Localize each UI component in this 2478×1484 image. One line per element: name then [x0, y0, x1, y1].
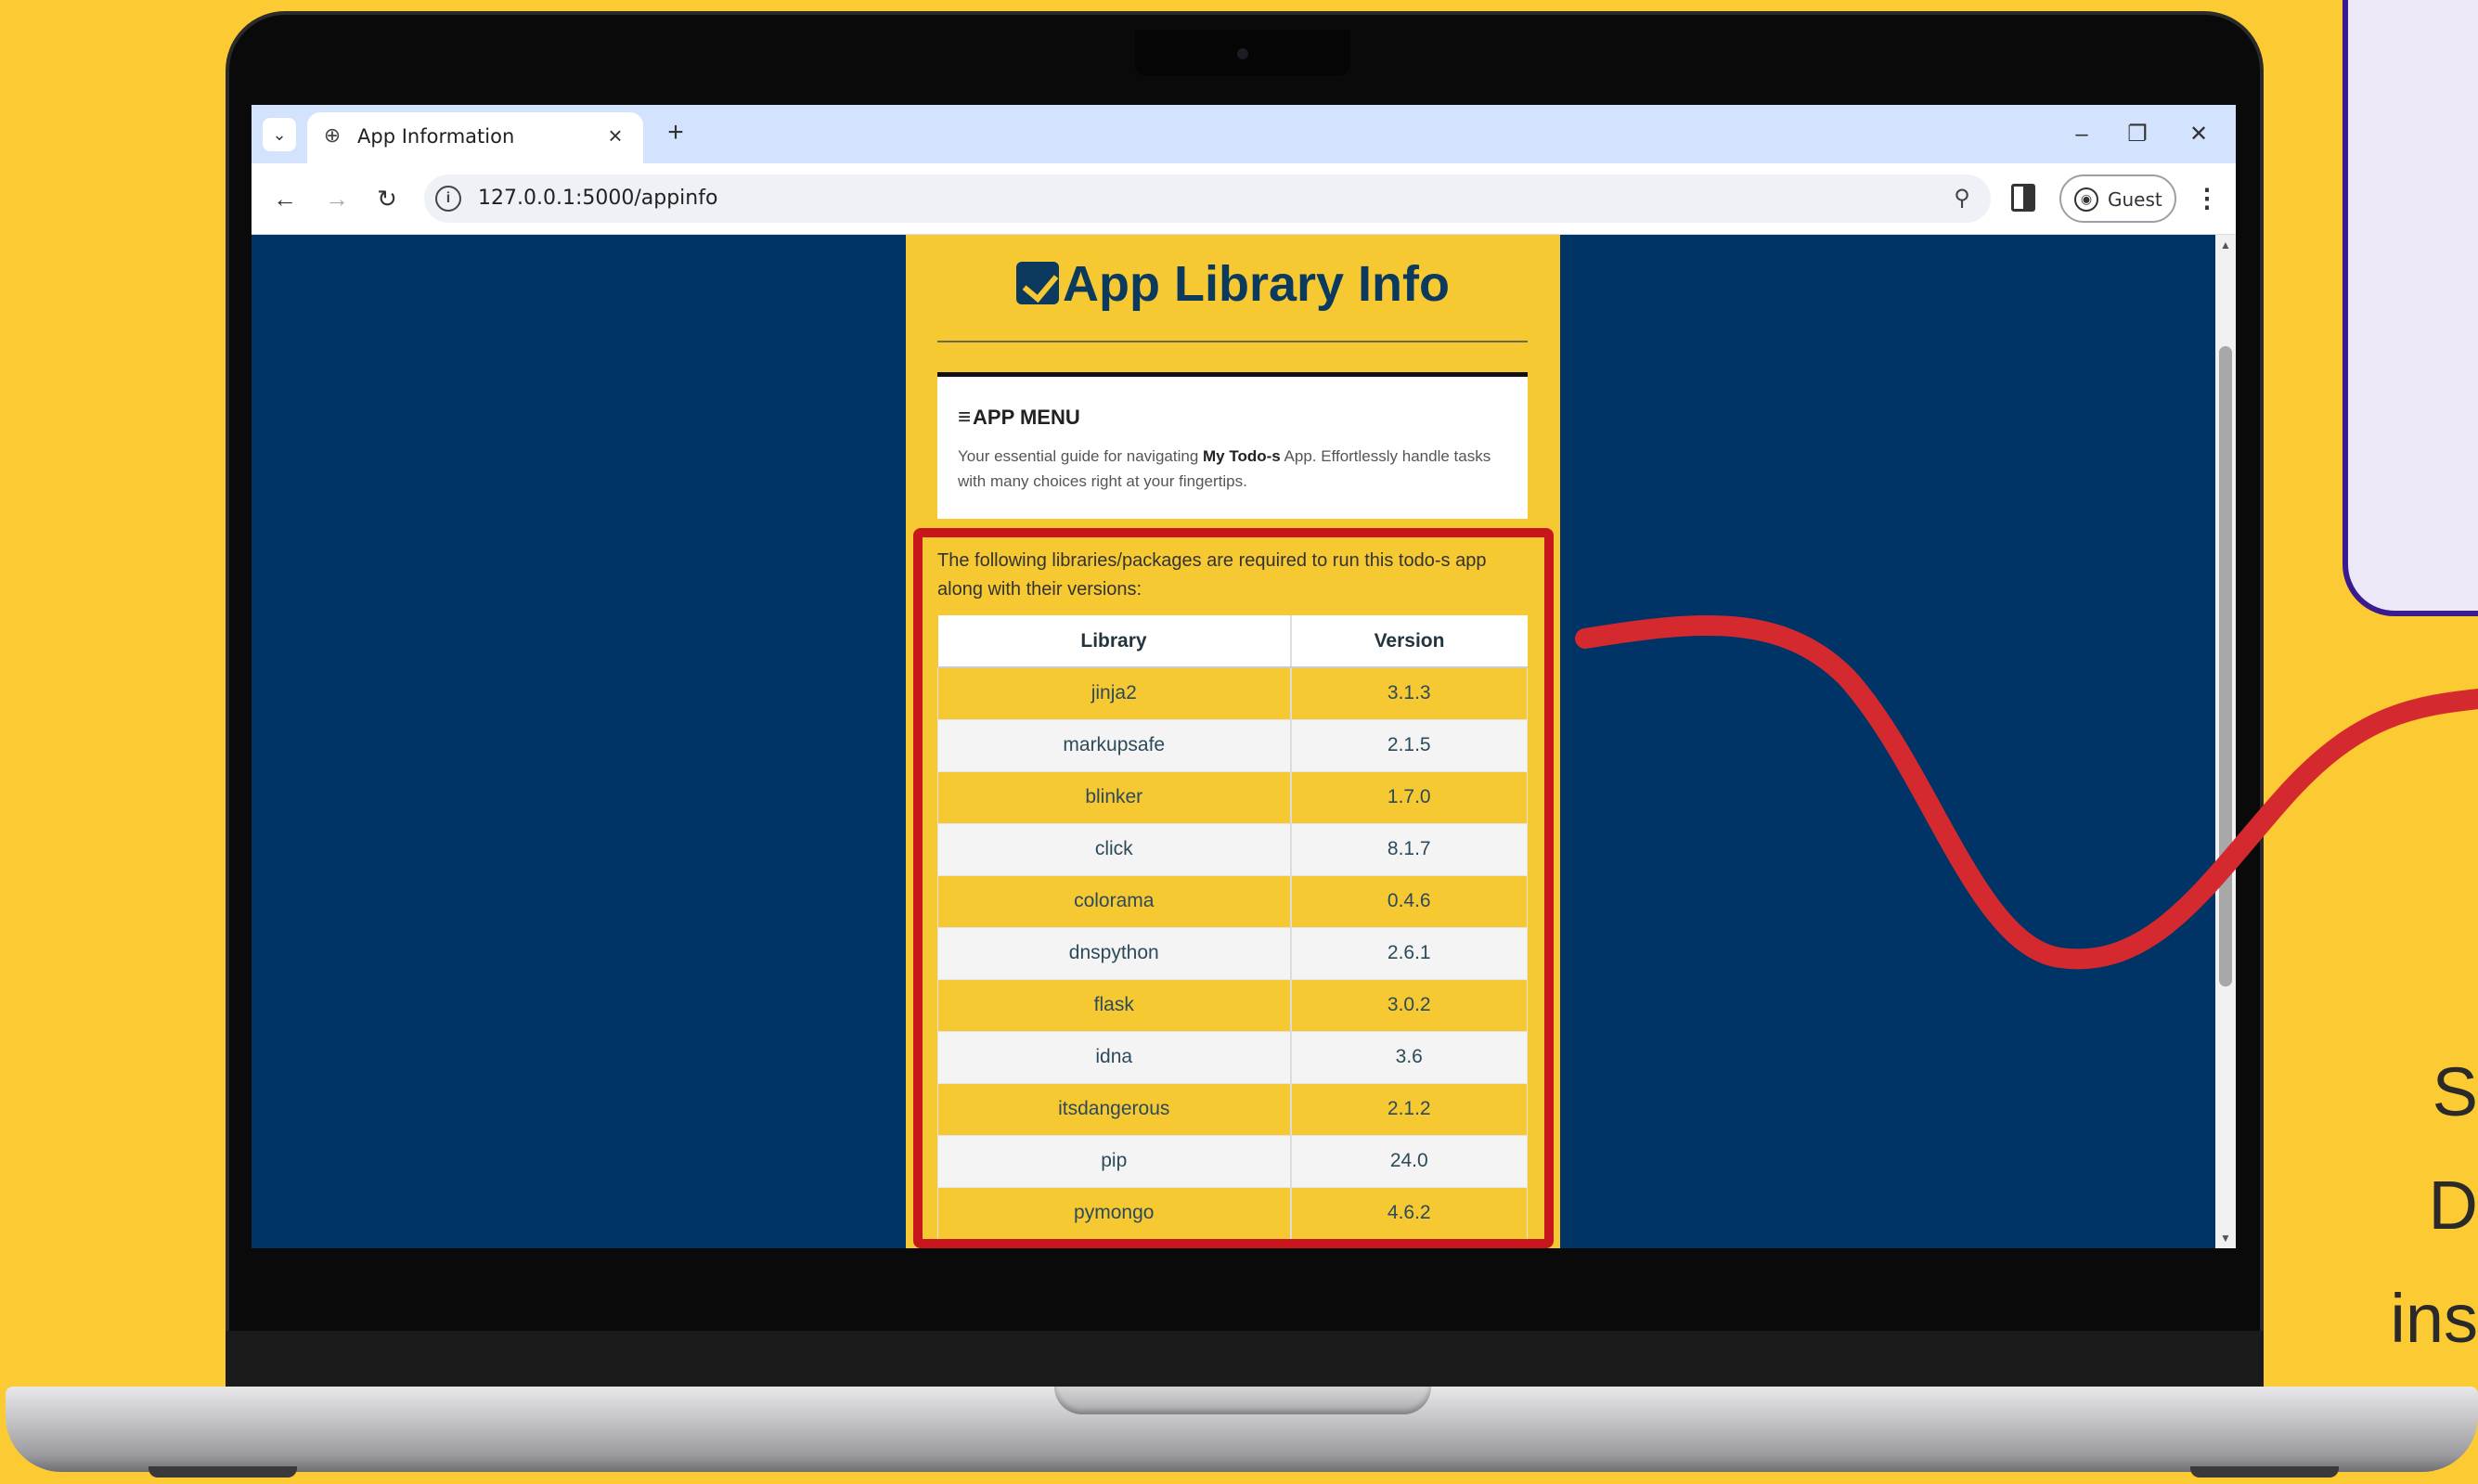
laptop-foot-right	[2190, 1466, 2339, 1478]
version-cell: 3.6	[1290, 1030, 1528, 1084]
column-header-version: Version	[1290, 615, 1528, 668]
side-text-line-3: ins	[2390, 1280, 2478, 1357]
library-cell: blinker	[937, 770, 1292, 824]
version-cell: 3.1.3	[1290, 666, 1528, 720]
library-cell: colorama	[937, 874, 1292, 928]
menu-desc-prefix: Your essential guide for navigating	[958, 447, 1203, 465]
content-card: App Library Info ≡APP MENU Your essentia…	[906, 235, 1560, 1248]
version-cell: 3.0.2	[1290, 978, 1528, 1032]
table-row: idna 3.6	[937, 1030, 1528, 1084]
laptop-chin	[226, 1331, 2264, 1388]
library-cell: click	[937, 822, 1292, 876]
table-row: flask 3.0.2	[937, 978, 1528, 1032]
table-header-row: Library Version	[937, 615, 1528, 668]
library-cell: pymongo	[937, 1186, 1292, 1240]
page-title-text: App Library Info	[1063, 256, 1450, 312]
tab-search-button[interactable]: ⌄	[263, 118, 296, 151]
library-cell: itsdangerous	[937, 1082, 1292, 1136]
libraries-intro: The following libraries/packages are req…	[937, 550, 1487, 600]
title-divider	[937, 341, 1528, 342]
restore-button[interactable]: ❐	[2119, 116, 2156, 153]
library-cell: idna	[937, 1030, 1292, 1084]
menu-heading[interactable]: ≡APP MENU	[958, 405, 1080, 431]
menu-heading-text: APP MENU	[973, 406, 1080, 429]
table-row: colorama 0.4.6	[937, 874, 1528, 928]
globe-icon: ⊕	[323, 123, 342, 147]
side-preview-card	[2342, 0, 2478, 616]
side-panel-icon[interactable]	[2011, 184, 2035, 212]
active-tab[interactable]: ⊕ App Information ×	[307, 112, 643, 163]
new-tab-button[interactable]: +	[660, 118, 691, 149]
side-text-line-2: D	[2428, 1167, 2478, 1244]
page-title: App Library Info	[906, 255, 1560, 313]
url-text[interactable]: 127.0.0.1:5000/appinfo	[478, 187, 717, 210]
table-row: pip 24.0	[937, 1134, 1528, 1188]
scroll-down-arrow-icon[interactable]: ▼	[2215, 1228, 2236, 1248]
table-row: markupsafe 2.1.5	[937, 718, 1528, 772]
account-icon: ◉	[2074, 187, 2098, 212]
table-row: jinja2 3.1.3	[937, 666, 1528, 720]
version-cell: 2.1.2	[1290, 1082, 1528, 1136]
library-cell: dnspython	[937, 926, 1292, 980]
version-cell: 0.4.6	[1290, 874, 1528, 928]
app-menu-card: ≡APP MENU Your essential guide for navig…	[937, 372, 1528, 519]
table-row: blinker 1.7.0	[937, 770, 1528, 824]
forward-button[interactable]: →	[320, 182, 354, 215]
tab-title: App Information	[357, 125, 515, 148]
column-header-library: Library	[937, 615, 1292, 668]
checkbox-checked-icon	[1016, 262, 1059, 304]
vertical-scrollbar[interactable]: ▲ ▼	[2215, 235, 2236, 1248]
camera-icon	[1237, 48, 1248, 59]
hamburger-menu-icon[interactable]: ≡	[958, 405, 971, 430]
site-info-icon[interactable]: i	[435, 186, 461, 212]
page-viewport: App Library Info ≡APP MENU Your essentia…	[252, 235, 2215, 1248]
browser-window: ⌄ ⊕ App Information × + – ❐ ✕ ← → ↻ i 12…	[252, 105, 2236, 1248]
version-cell: 1.7.0	[1290, 770, 1528, 824]
tab-close-icon[interactable]: ×	[600, 121, 630, 150]
version-cell: 8.1.7	[1290, 822, 1528, 876]
profile-button[interactable]: ◉ Guest	[2059, 174, 2176, 223]
version-cell: 4.6.2	[1290, 1186, 1528, 1240]
menu-description: Your essential guide for navigating My T…	[958, 444, 1505, 494]
version-cell: 24.0	[1290, 1134, 1528, 1188]
minimize-button[interactable]: –	[2063, 116, 2100, 153]
menu-desc-app-name: My Todo-s	[1203, 447, 1281, 465]
laptop-foot-left	[148, 1466, 297, 1478]
version-cell: 2.1.5	[1290, 718, 1528, 772]
scroll-up-arrow-icon[interactable]: ▲	[2215, 235, 2236, 255]
browser-toolbar: ← → ↻ i 127.0.0.1:5000/appinfo ⚲ ◉ Guest…	[252, 163, 2236, 235]
back-button[interactable]: ←	[268, 182, 302, 215]
zoom-icon[interactable]: ⚲	[1946, 183, 1978, 214]
close-window-button[interactable]: ✕	[2180, 116, 2217, 153]
more-menu-icon[interactable]: ⋮	[2193, 182, 2221, 215]
tab-bar: ⌄ ⊕ App Information × + – ❐ ✕	[252, 105, 2236, 163]
library-cell: markupsafe	[937, 718, 1292, 772]
scroll-thumb[interactable]	[2219, 346, 2232, 987]
table-row: pymongo 4.6.2	[937, 1186, 1528, 1240]
profile-label: Guest	[2108, 188, 2162, 211]
reload-button[interactable]: ↻	[370, 182, 404, 215]
library-table: Library Version jinja2 3.1.3 markupsafe 2.…	[937, 615, 1528, 1240]
library-cell: pip	[937, 1134, 1292, 1188]
table-row: dnspython 2.6.1	[937, 926, 1528, 980]
table-row: itsdangerous 2.1.2	[937, 1082, 1528, 1136]
address-bar[interactable]: i 127.0.0.1:5000/appinfo ⚲	[424, 174, 1991, 223]
side-text-line-1: S	[2432, 1053, 2478, 1130]
laptop-hinge-notch	[1054, 1387, 1431, 1414]
library-cell: jinja2	[937, 666, 1292, 720]
table-row: click 8.1.7	[937, 822, 1528, 876]
version-cell: 2.6.1	[1290, 926, 1528, 980]
library-cell: flask	[937, 978, 1292, 1032]
